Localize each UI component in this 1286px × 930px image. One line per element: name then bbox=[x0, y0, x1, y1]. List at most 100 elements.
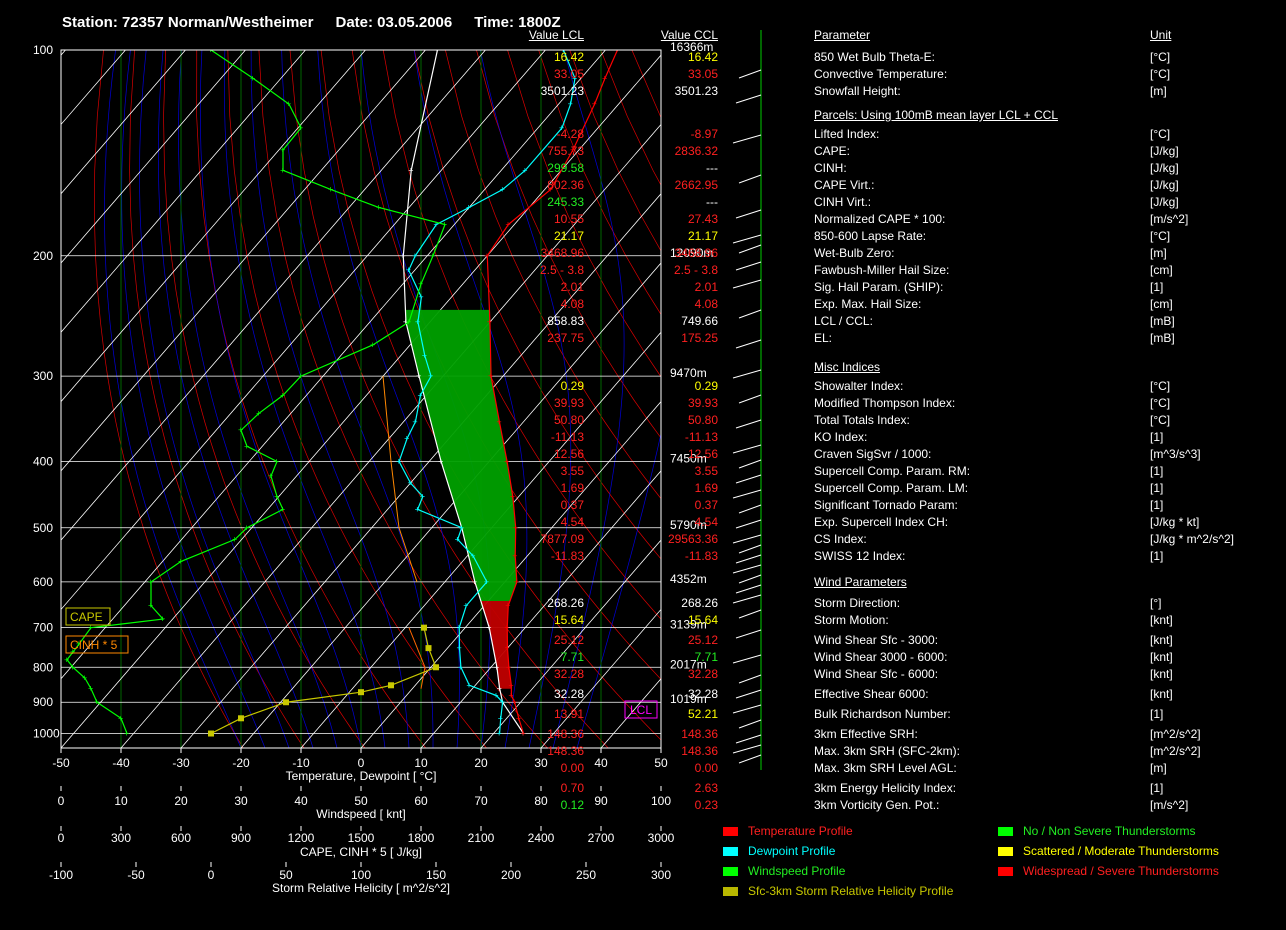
windspeed-point: + bbox=[406, 317, 411, 327]
isotherm bbox=[61, 50, 66, 56]
windspeed-point: + bbox=[232, 534, 237, 544]
legend-profile-label: Dewpoint Profile bbox=[748, 844, 836, 858]
unit: [1] bbox=[1150, 549, 1164, 563]
value-ccl: 175.25 bbox=[681, 331, 718, 345]
legend-profile: Windspeed Profile bbox=[723, 863, 845, 879]
windspeed-axis-tick: 60 bbox=[414, 794, 428, 808]
dewpoint-point: + bbox=[498, 713, 503, 723]
srh-axis-tick: -100 bbox=[49, 868, 73, 882]
unit: [cm] bbox=[1150, 263, 1173, 277]
param-name: Modified Thompson Index: bbox=[814, 396, 956, 410]
value-lcl: 16.42 bbox=[553, 50, 584, 64]
temperature-axis-tick: 10 bbox=[414, 756, 428, 770]
header-unit: Unit bbox=[1150, 28, 1172, 42]
srh-point bbox=[388, 682, 394, 689]
windspeed-point: + bbox=[280, 504, 285, 514]
windspeed-point: + bbox=[238, 425, 243, 435]
temperature-point: + bbox=[488, 371, 493, 381]
windspeed-point: + bbox=[178, 556, 183, 566]
windspeed-point: + bbox=[286, 99, 291, 109]
unit: [mB] bbox=[1150, 314, 1175, 328]
value-lcl: 0.70 bbox=[560, 781, 584, 795]
dewpoint-point: + bbox=[456, 623, 461, 633]
isotherm bbox=[240, 262, 661, 748]
param-name: CINH Virt.: bbox=[814, 195, 872, 209]
value-ccl: 1.69 bbox=[694, 481, 718, 495]
wind-barb bbox=[735, 519, 762, 529]
parcel-point: + bbox=[400, 251, 405, 261]
wind-barb bbox=[732, 279, 762, 289]
temperature-axis-tick: -50 bbox=[52, 756, 70, 770]
legend-category-label: No / Non Severe Thunderstorms bbox=[1023, 824, 1196, 838]
unit: [mB] bbox=[1150, 331, 1175, 345]
srh-point bbox=[283, 699, 289, 706]
windspeed-point: + bbox=[82, 673, 87, 683]
windspeed-point: + bbox=[250, 73, 255, 83]
param-name: EL: bbox=[814, 331, 833, 345]
dewpoint-point: + bbox=[522, 165, 527, 175]
wind-barb bbox=[732, 369, 762, 379]
windspeed-point: + bbox=[148, 601, 153, 611]
value-lcl: 0.00 bbox=[560, 761, 584, 775]
windspeed-point: + bbox=[124, 729, 129, 739]
windspeed-axis-tick: 50 bbox=[354, 794, 368, 808]
windspeed-axis-tick: 80 bbox=[534, 794, 548, 808]
value-lcl: 2.5 - 3.8 bbox=[539, 263, 584, 277]
value-ccl: 148.36 bbox=[681, 744, 718, 758]
wind-barb bbox=[738, 174, 762, 184]
windspeed-point: + bbox=[118, 713, 123, 723]
dewpoint-point: + bbox=[406, 265, 411, 275]
srh-point bbox=[433, 664, 439, 671]
windspeed-point: + bbox=[280, 165, 285, 175]
parcel-point: + bbox=[472, 577, 477, 587]
value-ccl: 148.36 bbox=[681, 727, 718, 741]
cape-axis-tick: 1800 bbox=[408, 831, 435, 845]
temperature-axis-tick: -40 bbox=[112, 756, 130, 770]
unit: [knt] bbox=[1150, 613, 1173, 627]
unit: [°C] bbox=[1150, 379, 1171, 393]
param-name: Exp. Max. Hail Size: bbox=[814, 297, 922, 311]
param-name: Total Totals Index: bbox=[814, 413, 910, 427]
value-lcl: 0.37 bbox=[560, 498, 584, 512]
legend-category-label: Widespread / Severe Thunderstorms bbox=[1023, 864, 1219, 878]
srh-point bbox=[425, 645, 432, 652]
srh-point bbox=[421, 624, 427, 631]
legend-profile: Sfc-3km Storm Relative Helicity Profile bbox=[723, 883, 953, 899]
value-lcl: 3.55 bbox=[560, 464, 584, 478]
temperature-point: + bbox=[504, 623, 509, 633]
param-name: Sig. Hail Param. (SHIP): bbox=[814, 280, 944, 294]
value-lcl: 25.12 bbox=[553, 633, 584, 647]
cape-axis-tick: 2700 bbox=[588, 831, 615, 845]
value-ccl: 4.54 bbox=[694, 515, 718, 529]
value-lcl: 21.17 bbox=[553, 229, 584, 243]
value-ccl: 3.55 bbox=[694, 464, 718, 478]
legend-profile-swatch bbox=[723, 847, 738, 857]
unit: [knt] bbox=[1150, 650, 1173, 664]
temperature-point: + bbox=[504, 457, 509, 467]
value-lcl: 3468.96 bbox=[540, 246, 584, 260]
value-ccl: 12.56 bbox=[687, 447, 718, 461]
dewpoint-point: + bbox=[412, 417, 417, 427]
wind-barb bbox=[735, 584, 762, 594]
value-lcl: 802.36 bbox=[547, 178, 584, 192]
value-lcl: 858.83 bbox=[547, 314, 584, 328]
section-title: Parcels: Using 100mB mean layer LCL + CC… bbox=[814, 108, 1058, 122]
param-name: Significant Tornado Param: bbox=[814, 498, 958, 512]
unit: [1] bbox=[1150, 464, 1164, 478]
value-ccl: 7.71 bbox=[694, 650, 718, 664]
param-name: Fawbush-Miller Hail Size: bbox=[814, 263, 950, 277]
srh-point bbox=[238, 715, 244, 722]
windspeed-axis-tick: 20 bbox=[174, 794, 188, 808]
dewpoint-point: + bbox=[422, 351, 427, 361]
value-ccl: 268.26 bbox=[681, 596, 718, 610]
wind-barb bbox=[738, 459, 762, 469]
value-lcl: 0.29 bbox=[560, 379, 584, 393]
value-ccl: 2.01 bbox=[694, 280, 718, 294]
windspeed-point: + bbox=[376, 203, 381, 213]
temperature-point: + bbox=[521, 729, 526, 739]
pressure-tick: 1000 bbox=[33, 727, 60, 741]
value-ccl: --- bbox=[706, 161, 718, 175]
temperature-point: + bbox=[504, 643, 509, 653]
param-name: Lifted Index: bbox=[814, 127, 880, 141]
value-ccl: 39.93 bbox=[687, 396, 718, 410]
